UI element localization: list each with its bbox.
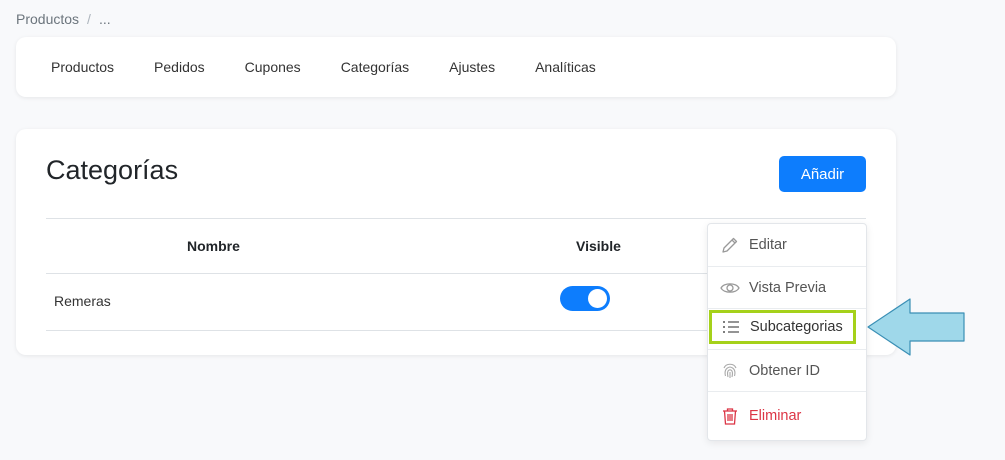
list-icon xyxy=(721,317,741,337)
menu-item-subcategorias[interactable]: Subcategorias xyxy=(709,310,856,344)
nav-item-cupones[interactable]: Cupones xyxy=(245,59,301,75)
eye-icon xyxy=(720,278,740,298)
menu-item-vista-previa[interactable]: Vista Previa xyxy=(708,267,866,308)
callout-arrow-icon xyxy=(867,298,965,356)
menu-item-eliminar[interactable]: Eliminar xyxy=(708,392,866,440)
category-name-cell: Remeras xyxy=(54,293,111,309)
breadcrumb-separator: / xyxy=(87,11,91,27)
breadcrumb: Productos / ... xyxy=(16,11,111,27)
nav-item-ajustes[interactable]: Ajustes xyxy=(449,59,495,75)
nav-item-categorias[interactable]: Categorías xyxy=(341,59,409,75)
nav-item-productos[interactable]: Productos xyxy=(51,59,114,75)
menu-item-label: Editar xyxy=(749,237,787,253)
breadcrumb-current: ... xyxy=(98,11,111,27)
menu-item-label: Subcategorias xyxy=(750,319,843,335)
menu-item-label: Eliminar xyxy=(749,408,802,424)
visible-toggle[interactable] xyxy=(560,286,610,311)
fingerprint-icon xyxy=(720,361,740,381)
menu-item-obtener-id[interactable]: Obtener ID xyxy=(708,350,866,391)
menu-divider xyxy=(708,308,866,309)
page-title: Categorías xyxy=(46,155,179,185)
toggle-knob xyxy=(588,289,607,308)
column-header-name: Nombre xyxy=(187,238,240,254)
trash-icon xyxy=(720,406,740,426)
menu-item-editar[interactable]: Editar xyxy=(708,224,866,266)
add-button[interactable]: Añadir xyxy=(779,156,866,192)
menu-item-label: Vista Previa xyxy=(749,279,827,296)
breadcrumb-root-link[interactable]: Productos xyxy=(16,11,79,27)
pencil-icon xyxy=(720,235,740,255)
column-header-visible: Visible xyxy=(576,238,621,254)
nav-item-pedidos[interactable]: Pedidos xyxy=(154,59,205,75)
row-actions-menu: Editar Vista Previa Subcategorias Obtene… xyxy=(707,223,867,441)
nav-item-analiticas[interactable]: Analíticas xyxy=(535,59,596,75)
section-nav: Productos Pedidos Cupones Categorías Aju… xyxy=(16,37,896,97)
menu-item-label: Obtener ID xyxy=(749,362,820,379)
